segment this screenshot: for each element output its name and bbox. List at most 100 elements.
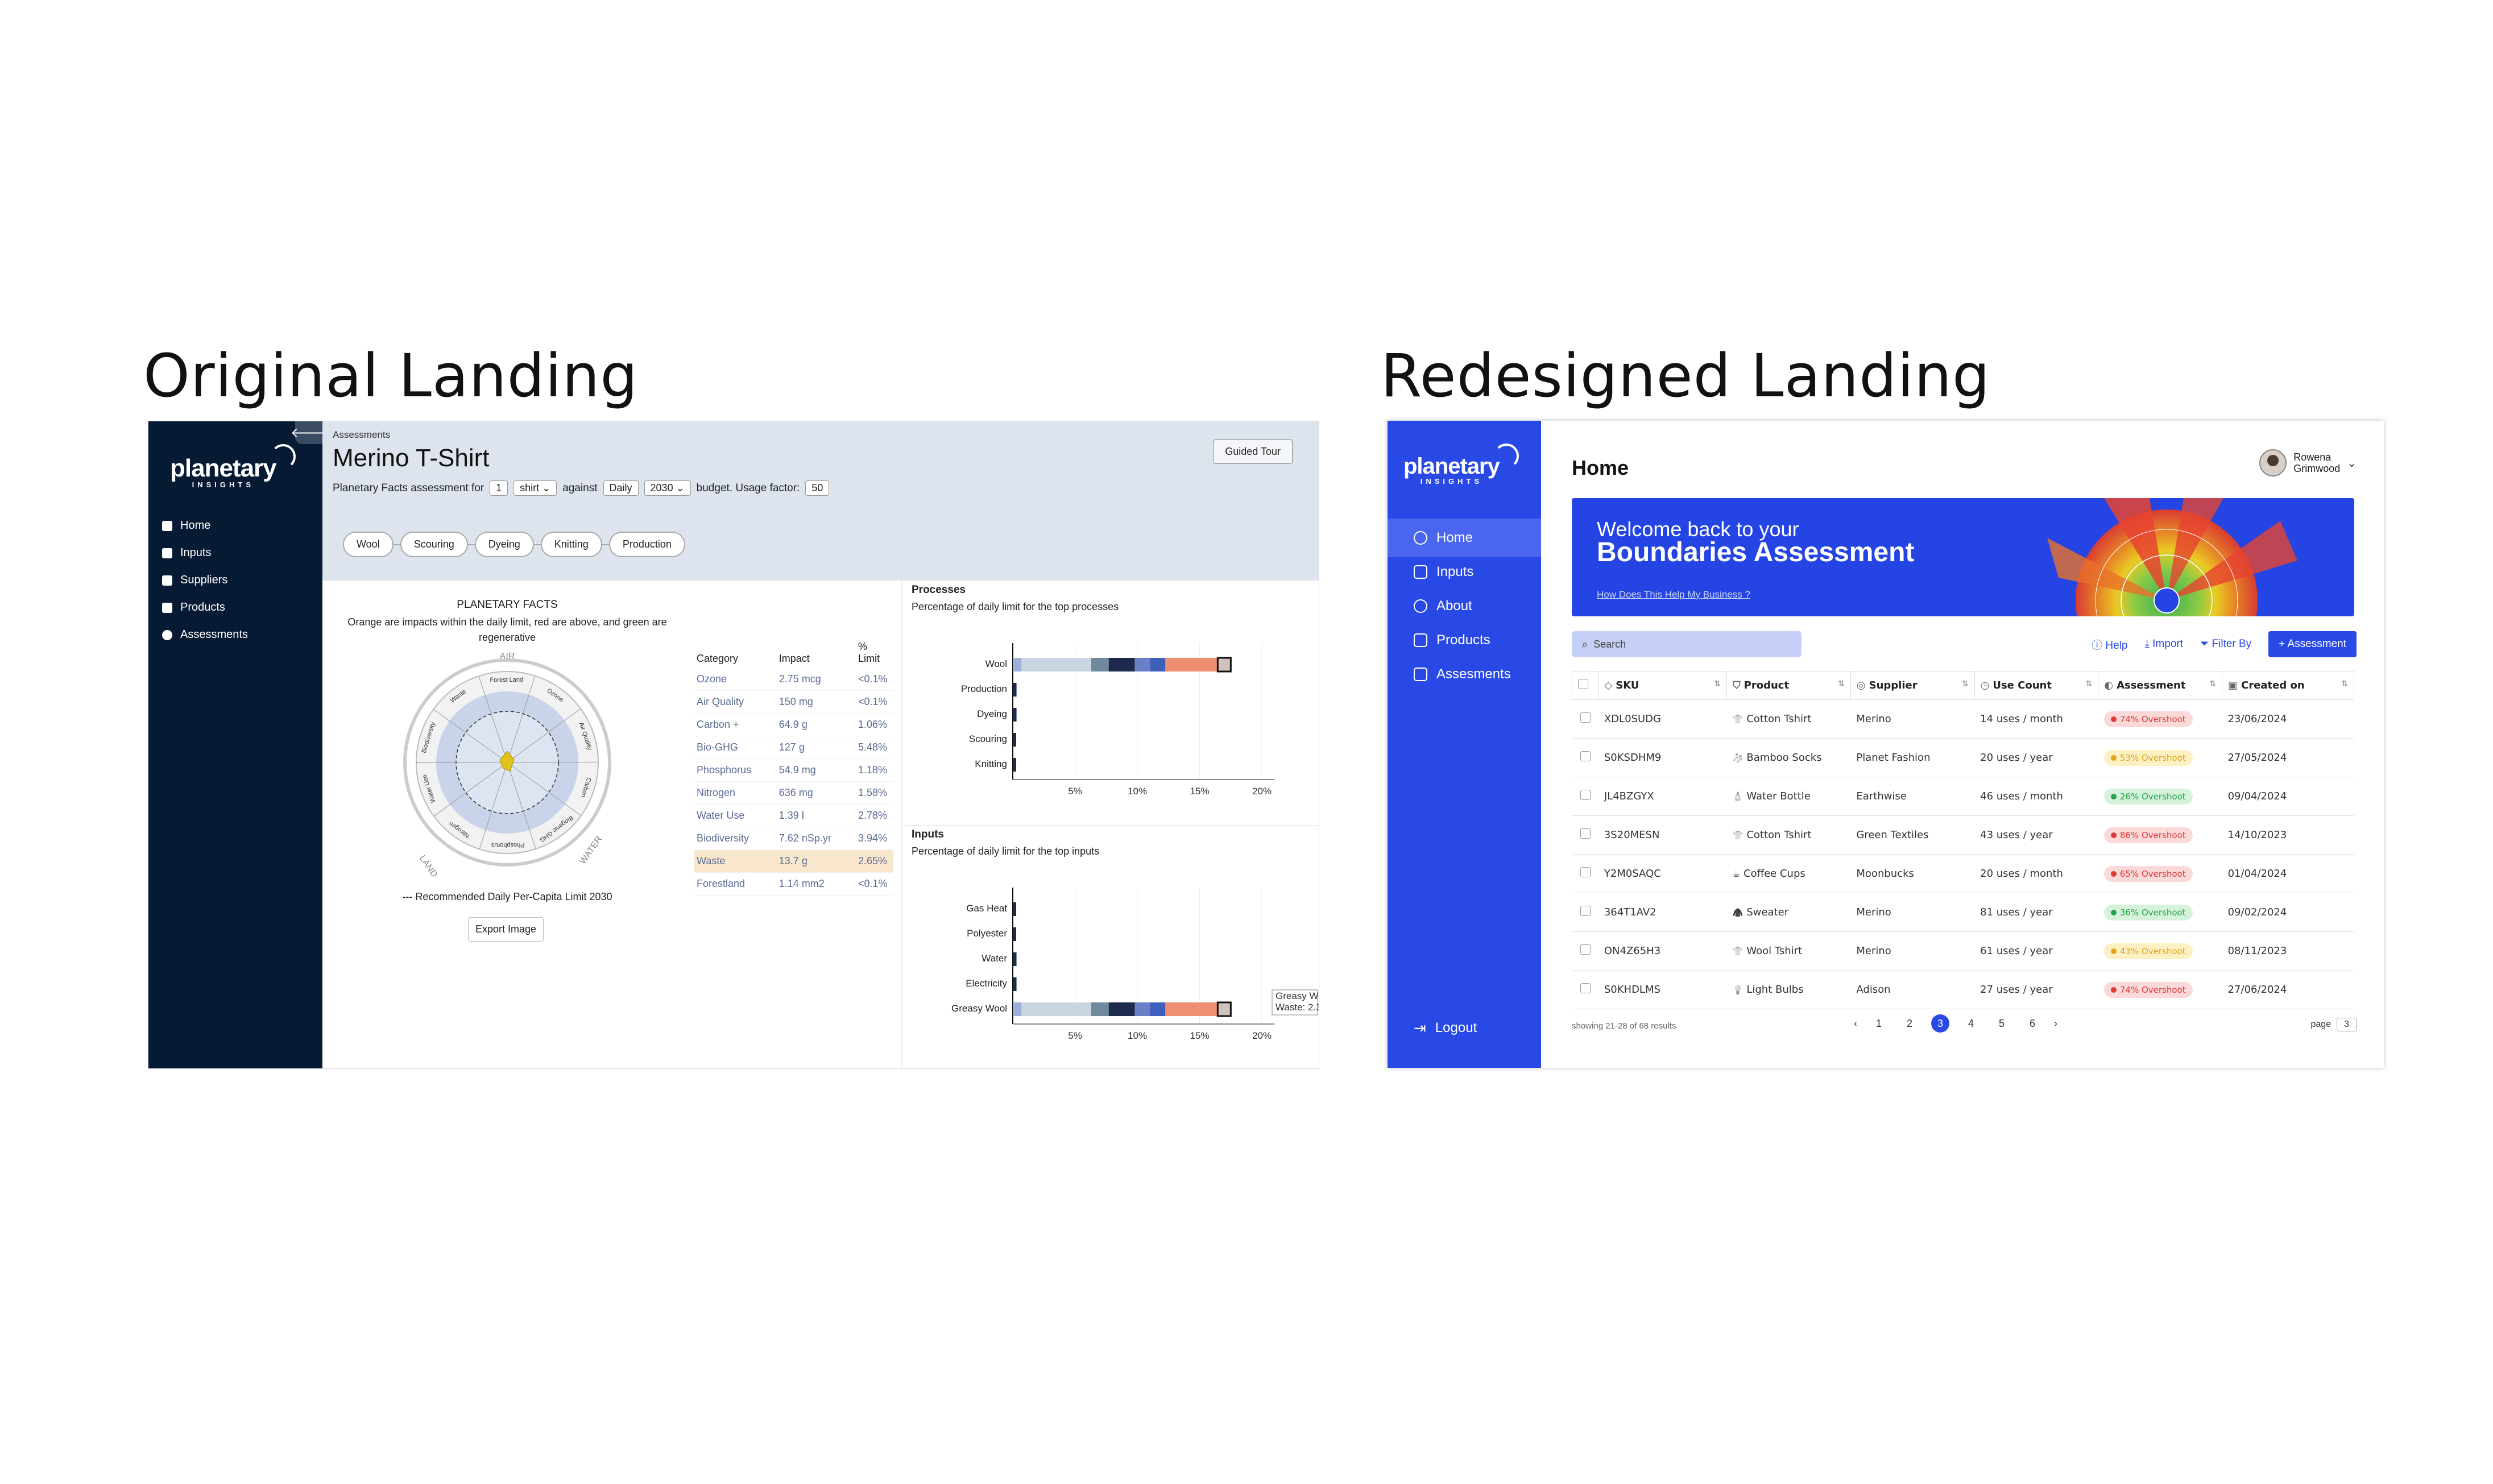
pill-knitting[interactable]: Knitting (540, 532, 602, 557)
page-5[interactable]: 5 (1993, 1014, 2011, 1033)
page-3[interactable]: 3 (1931, 1014, 1949, 1033)
select-all-checkbox[interactable] (1571, 671, 1599, 700)
sort-icon[interactable]: ⇅ (2209, 679, 2216, 689)
next-page-icon[interactable]: › (2054, 1018, 2057, 1030)
impact-row[interactable]: Phosphorus 54.9 mg 1.18% (694, 758, 893, 782)
table-row[interactable]: 364T1AV2 🧥 Sweater Merino 81 uses / year 36% … (1572, 893, 2354, 932)
nav-products[interactable]: Products (1388, 621, 1541, 660)
column-icon: ◷ (1980, 679, 1990, 691)
col-supplier[interactable]: ◎ Supplier ⇅ (1850, 671, 1975, 700)
use-count-cell: 43 uses / year (1974, 815, 2098, 855)
unit-select[interactable]: shirt ⌄ (513, 480, 557, 496)
nav-home[interactable]: Home (162, 519, 210, 532)
table-row[interactable]: S0KSDHM9 🧦 Bamboo Socks Planet Fashion 20 us… (1572, 738, 2354, 777)
impact-row[interactable]: Waste 13.7 g 2.65% (694, 849, 893, 873)
import-button[interactable]: ⤓ Import (2144, 638, 2183, 650)
sort-icon[interactable]: ⇅ (1838, 679, 1845, 689)
user-menu[interactable]: Rowena Grimwood ⌄ (2259, 449, 2357, 476)
nav-home[interactable]: Home (1388, 519, 1541, 557)
sort-icon[interactable]: ⇅ (1714, 679, 1721, 689)
status-badge[interactable]: 43% Overshoot (2103, 943, 2193, 959)
impact-row[interactable]: Biodiversity 7.62 nSp.yr 3.94% (694, 827, 893, 850)
period-select[interactable]: Daily (603, 480, 639, 496)
page-1[interactable]: 1 (1870, 1014, 1888, 1033)
status-badge[interactable]: 86% Overshoot (2103, 827, 2193, 843)
row-checkbox[interactable] (1572, 970, 1598, 1009)
impact-table: Category Impact % Limit Ozone 2.75 mcg <0.… (694, 637, 893, 896)
logout-button[interactable]: ⇥ Logout (1388, 1009, 1541, 1047)
col-created-on[interactable]: ▣ Created on ⇅ (2222, 671, 2354, 700)
pill-wool[interactable]: Wool (343, 532, 394, 557)
impact-row[interactable]: Nitrogen 636 mg 1.58% (694, 781, 893, 805)
pagination: ‹ 1 2 3 4 5 6 › (1854, 1014, 2057, 1033)
row-checkbox[interactable] (1572, 854, 1598, 893)
sort-icon[interactable]: ⇅ (2341, 679, 2348, 689)
nav-assessments[interactable]: Assessments (162, 628, 248, 641)
nav-inputs[interactable]: Inputs (1388, 553, 1541, 591)
status-badge[interactable]: 65% Overshoot (2103, 865, 2193, 882)
table-row[interactable]: JL4BZGYX 🧴 Water Bottle Earthwise 46 uses / … (1572, 777, 2354, 816)
row-checkbox[interactable] (1572, 893, 1598, 932)
col-product[interactable]: ⛉ Product ⇅ (1726, 671, 1851, 700)
logo: planetary INSIGHTS (1403, 443, 1519, 486)
processes-title: Processes (912, 584, 966, 596)
row-checkbox[interactable] (1572, 815, 1598, 855)
year-select[interactable]: 2030 ⌄ (644, 480, 691, 496)
table-row[interactable]: ON4Z65H3 👕 Wool Tshirt Merino 61 uses / year… (1572, 931, 2354, 971)
collapse-button[interactable]: 🡐 (291, 421, 327, 444)
product-cell: ☕ Coffee Cups (1726, 854, 1851, 893)
impact-row[interactable]: Water Use 1.39 l 2.78% (694, 804, 893, 827)
status-badge[interactable]: 36% Overshoot (2103, 904, 2193, 921)
impact-row[interactable]: Bio-GHG 127 g 5.48% (694, 736, 893, 759)
nav-about[interactable]: About (1388, 587, 1541, 625)
row-checkbox[interactable] (1572, 777, 1598, 816)
impact-row[interactable]: Forestland 1.14 mm2 <0.1% (694, 872, 893, 896)
col-assessment[interactable]: ◐ Assessment ⇅ (2098, 671, 2223, 700)
nav-assesments[interactable]: Assesments (1388, 655, 1541, 694)
impact-row[interactable]: Carbon +64.9 g 1.06% (694, 713, 893, 736)
status-badge[interactable]: 74% Overshoot (2103, 711, 2193, 727)
export-image-button[interactable]: Export Image (468, 917, 544, 942)
home-icon (1414, 531, 1427, 545)
status-badge[interactable]: 26% Overshoot (2103, 788, 2193, 805)
breadcrumb[interactable]: Assessments (333, 429, 390, 441)
table-row[interactable]: XDL0SUDG 👕 Cotton Tshirt Merino 14 uses / mo… (1572, 699, 2354, 739)
nav-products[interactable]: Products (162, 601, 225, 614)
guided-tour-button[interactable]: Guided Tour (1213, 440, 1293, 464)
sort-icon[interactable]: ⇅ (2086, 679, 2093, 689)
bar (1013, 708, 1017, 722)
page-input[interactable]: 3 (2337, 1018, 2357, 1031)
table-row[interactable]: S0KHDLMS 💡 Light Bulbs Adison 27 uses / year… (1572, 970, 2354, 1009)
col-impact: Impact (778, 653, 810, 664)
search-input[interactable]: ⌕ Search (1572, 631, 1802, 657)
status-badge[interactable]: 53% Overshoot (2103, 749, 2193, 766)
table-row[interactable]: Y2M0SAQC ☕ Coffee Cups Moonbucks 20 uses / m… (1572, 854, 2354, 893)
impact-row[interactable]: Ozone 2.75 mcg <0.1% (694, 668, 893, 691)
pill-scouring[interactable]: Scouring (400, 532, 468, 557)
table-row[interactable]: 3S20MESN 👕 Cotton Tshirt Green Textiles 43 u… (1572, 815, 2354, 855)
quantity-input[interactable]: 1 (490, 480, 508, 496)
pill-production[interactable]: Production (608, 532, 685, 557)
page-6[interactable]: 6 (2023, 1014, 2041, 1033)
nav-suppliers[interactable]: Suppliers (162, 574, 227, 587)
filter-button[interactable]: ⏷ Filter By (2200, 638, 2251, 650)
business-help-link[interactable]: How Does This Help My Business ? (1597, 589, 1750, 600)
col-use-count[interactable]: ◷ Use Count ⇅ (1974, 671, 2099, 700)
nav-inputs[interactable]: Inputs (162, 546, 211, 559)
row-checkbox[interactable] (1572, 931, 1598, 971)
usage-factor-input[interactable]: 50 (805, 480, 830, 496)
sort-icon[interactable]: ⇅ (1962, 679, 1969, 689)
impact-row[interactable]: Air Quality 150 mg <0.1% (694, 690, 893, 714)
add-assessment-button[interactable]: + Assessment (2268, 631, 2357, 657)
page-4[interactable]: 4 (1962, 1014, 1980, 1033)
page-2[interactable]: 2 (1900, 1014, 1919, 1033)
pill-dyeing[interactable]: Dyeing (474, 532, 534, 557)
status-badge[interactable]: 74% Overshoot (2103, 981, 2193, 998)
assessments-table: ◇ SKU ⇅ ⛉ Product ⇅ ◎ Supplier ⇅ ◷ Use Count ⇅ ◐ Asse… (1571, 671, 2354, 1009)
prev-page-icon[interactable]: ‹ (1854, 1018, 1857, 1030)
row-checkbox[interactable] (1572, 699, 1598, 739)
row-checkbox[interactable] (1572, 738, 1598, 777)
col-sku[interactable]: ◇ SKU ⇅ (1598, 671, 1728, 700)
help-button[interactable]: ⓘ Help (2092, 637, 2127, 652)
bar (1013, 902, 1016, 916)
